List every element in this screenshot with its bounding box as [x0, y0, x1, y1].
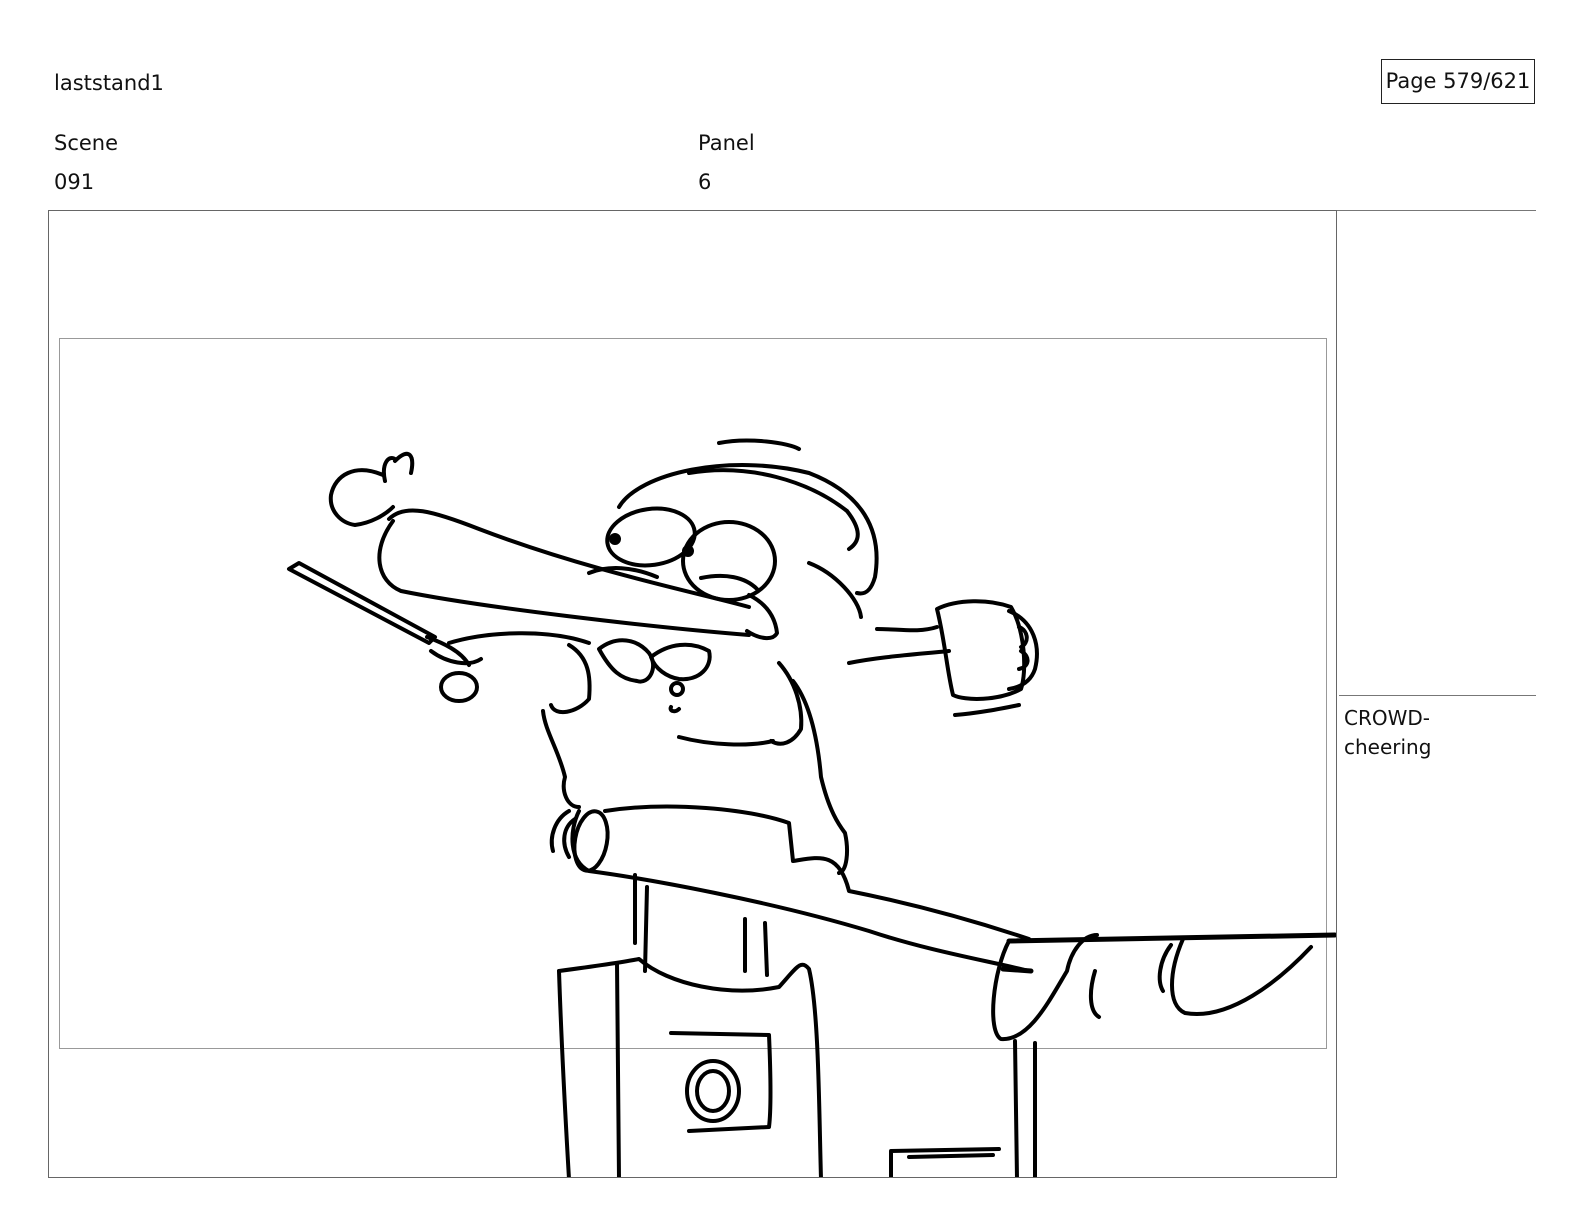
scene-number: 091: [54, 170, 95, 194]
scene-label: Scene: [54, 131, 119, 155]
notes-line: cheering: [1344, 735, 1432, 759]
notes-divider: [1339, 695, 1536, 696]
panel-label: Panel: [698, 131, 755, 155]
dialogue-notes: CROWD- cheering: [1344, 704, 1431, 762]
storyboard-panel: [48, 210, 1337, 1178]
notes-top-rule: [1337, 210, 1536, 211]
page-indicator: Page 579/621: [1381, 59, 1535, 104]
panel-number: 6: [698, 170, 712, 194]
notes-line: CROWD-: [1344, 706, 1430, 730]
panel-sketch: [287, 438, 1336, 1177]
project-title: laststand1: [54, 71, 164, 95]
